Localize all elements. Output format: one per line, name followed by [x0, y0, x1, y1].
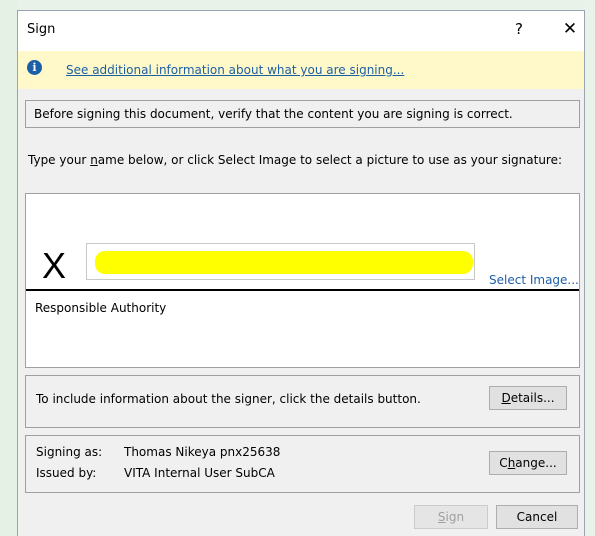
help-button[interactable]: ?	[507, 20, 531, 38]
issued-by-value: VITA Internal User SubCA	[124, 466, 275, 480]
details-button-accel: D	[501, 391, 511, 405]
signature-name-input[interactable]	[86, 243, 475, 280]
sign-button[interactable]: Sign	[414, 505, 488, 529]
change-button[interactable]: Change...	[489, 451, 567, 475]
sign-button-accel: S	[437, 510, 446, 524]
signature-line	[26, 289, 579, 291]
type-name-label: Type your name below, or click Select Im…	[28, 154, 568, 167]
details-info-text: To include information about the signer,…	[36, 392, 421, 406]
additional-info-link[interactable]: See additional information about what yo…	[66, 63, 404, 77]
signing-as-value: Thomas Nikeya pnx25638	[124, 445, 281, 459]
title-bar: Sign ? ✕	[18, 11, 584, 51]
details-button[interactable]: Details...	[489, 386, 567, 410]
change-button-post: ange...	[515, 456, 557, 470]
redaction-highlight	[95, 251, 473, 274]
change-button-pre: C	[499, 456, 508, 470]
close-icon[interactable]: ✕	[558, 19, 582, 39]
verify-notice-box: Before signing this document, verify tha…	[25, 100, 580, 128]
type-name-label-post: ame below, or click Select Image to sele…	[97, 153, 563, 167]
signature-x-mark: X	[42, 245, 67, 286]
info-bar: i See additional information about what …	[18, 51, 584, 89]
background-left	[0, 0, 17, 536]
background-right	[585, 0, 595, 536]
cancel-button[interactable]: Cancel	[496, 505, 578, 529]
type-name-label-pre: Type your	[28, 153, 91, 167]
info-icon: i	[27, 60, 42, 75]
sign-button-rest: ign	[445, 510, 465, 524]
signer-role-text: Responsible Authority	[35, 301, 167, 315]
issued-by-label: Issued by:	[36, 466, 97, 480]
verify-notice: Before signing this document, verify tha…	[34, 107, 513, 121]
sign-dialog: Sign ? ✕ i See additional information ab…	[17, 10, 585, 536]
signature-area: X Select Image... Responsible Authority	[25, 193, 580, 368]
select-image-link[interactable]: Select Image...	[489, 273, 579, 287]
details-button-rest: etails...	[510, 391, 555, 405]
dialog-title: Sign	[27, 22, 56, 37]
signing-as-label: Signing as:	[36, 445, 103, 459]
type-name-label-accel: n	[90, 153, 98, 167]
